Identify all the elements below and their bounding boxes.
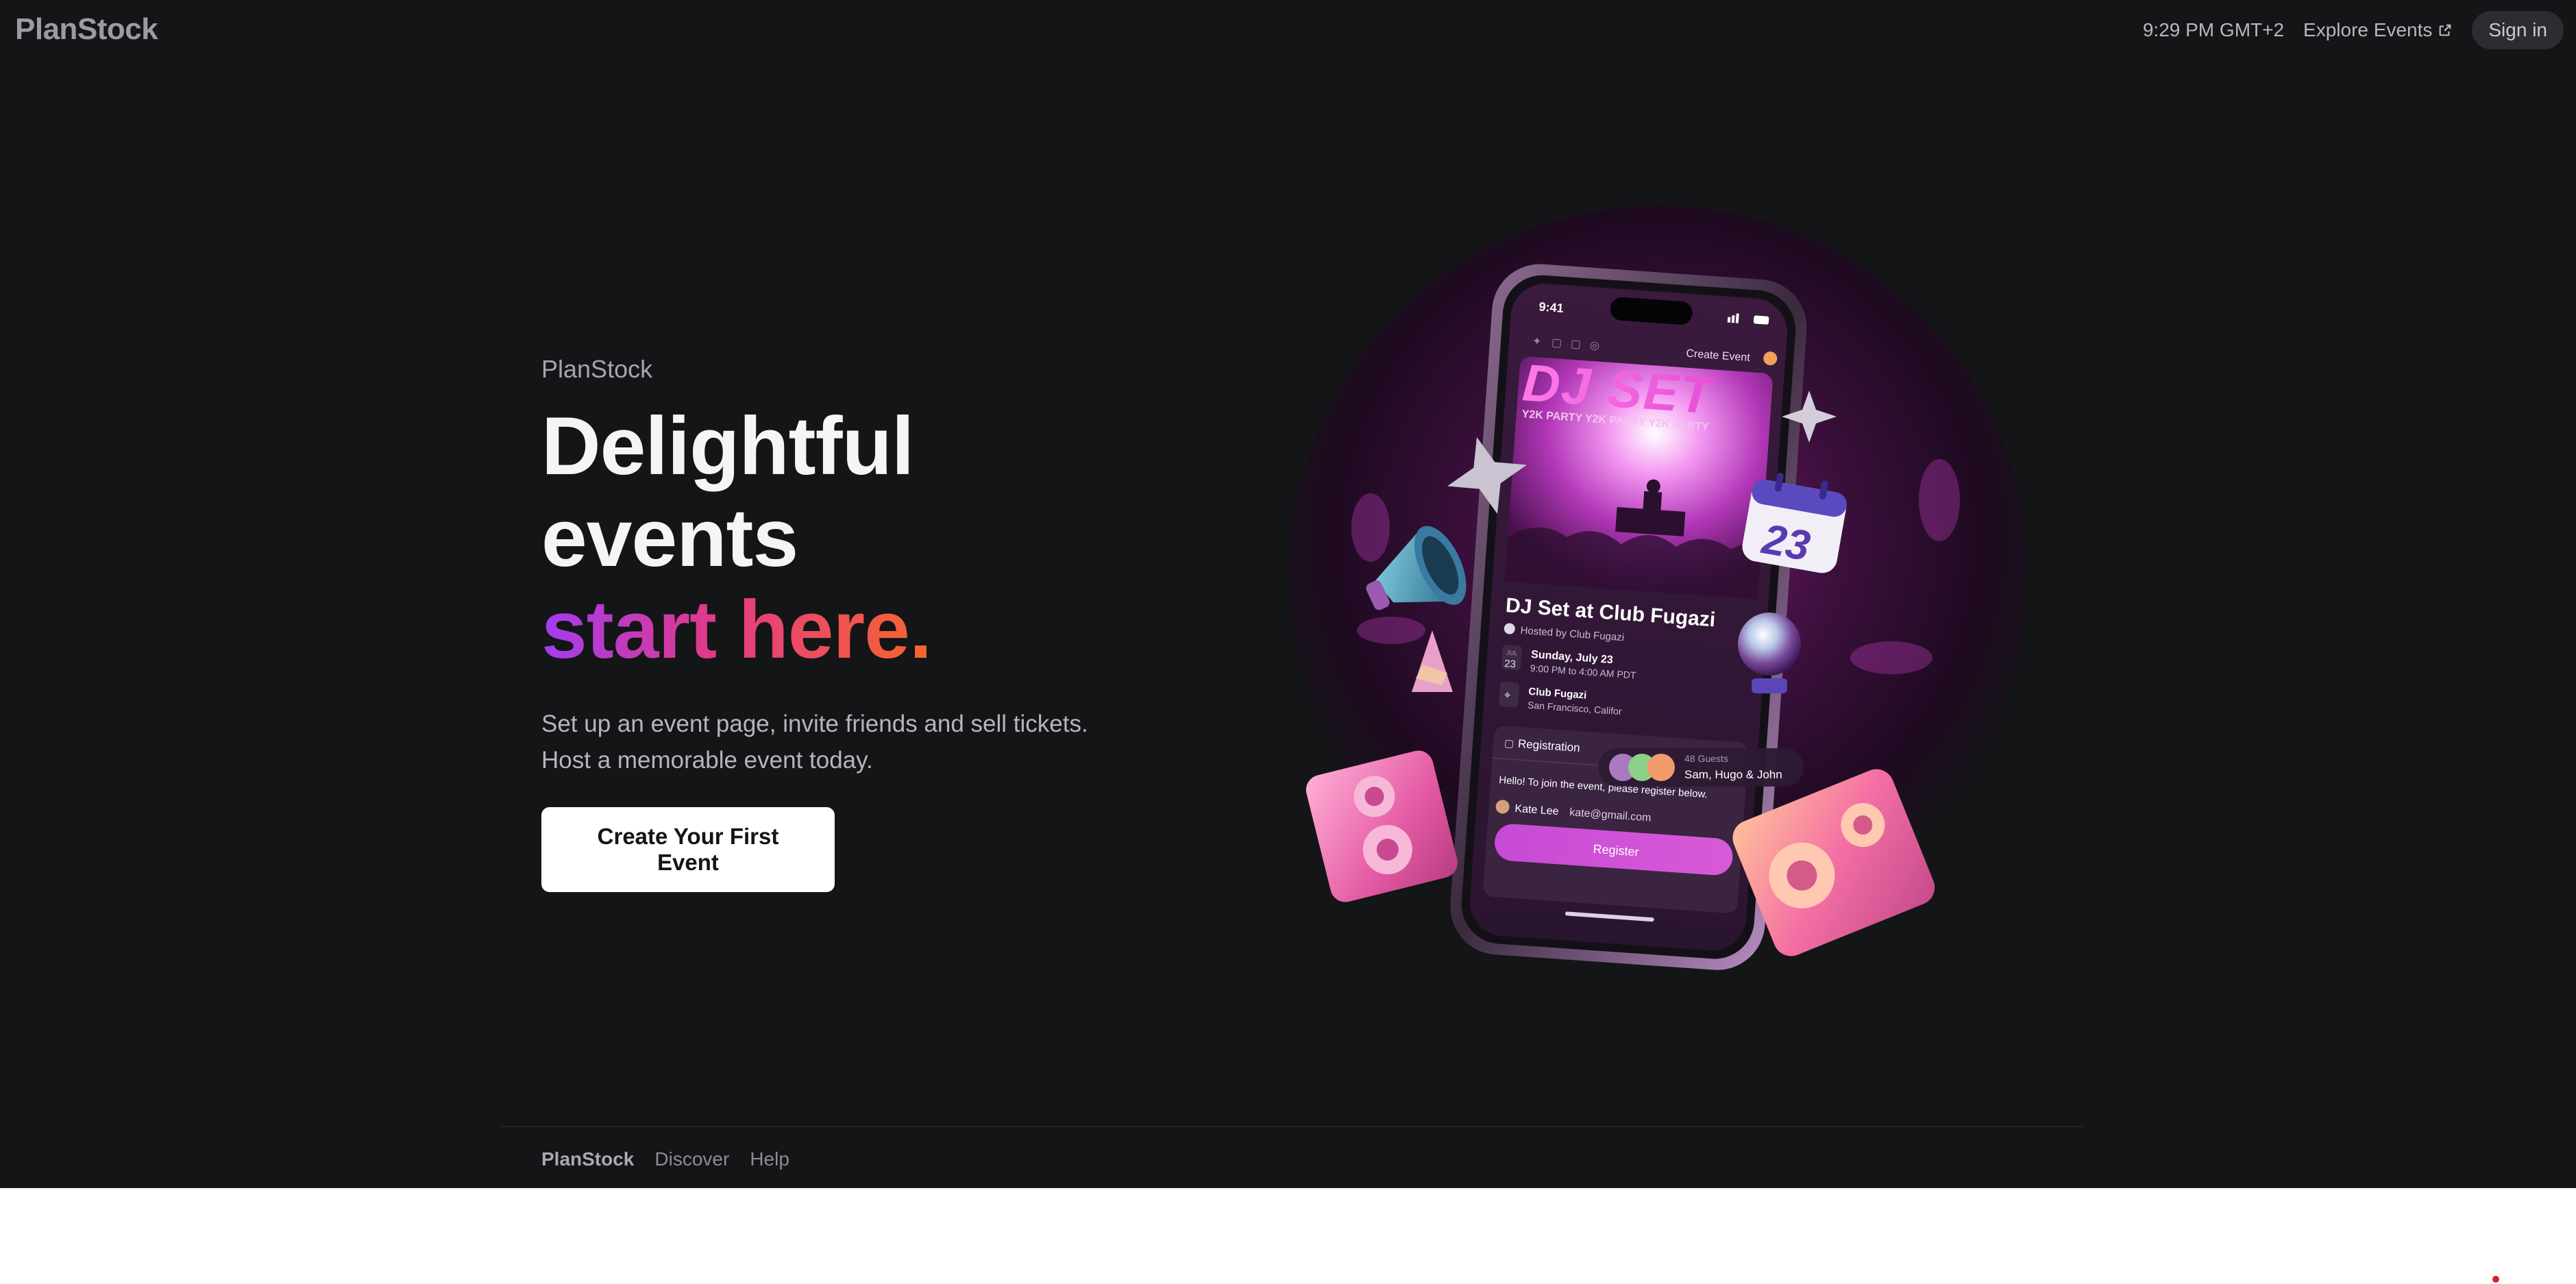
svg-text:⌖: ⌖: [1504, 689, 1510, 702]
subtext-line-2: Host a memorable event today.: [541, 747, 873, 774]
footer-divider: [500, 1126, 2083, 1127]
svg-text:◎: ◎: [1589, 340, 1599, 352]
headline-line-1: Delightful: [541, 400, 914, 492]
explore-events-link[interactable]: Explore Events: [2303, 19, 2453, 41]
phone-guests-count: 48 Guests: [1684, 753, 1728, 764]
footer-brand[interactable]: PlanStock: [541, 1148, 634, 1170]
phone-date-month: JUL: [1506, 649, 1518, 656]
svg-text:▢: ▢: [1570, 338, 1581, 351]
svg-text:✦: ✦: [1532, 336, 1543, 348]
hero-headline: Delightful events start here.: [541, 400, 1227, 676]
explore-events-label: Explore Events: [2303, 19, 2433, 40]
hero-kicker: PlanStock: [541, 355, 653, 383]
hero-illustration: 9:41 ✦ ▢ ▢ ◎ Create Event DJ SET Y2K PARTY …: [1288, 206, 2028, 970]
red-dot-indicator: [2492, 1276, 2499, 1283]
calendar-day: 23: [1758, 515, 1814, 570]
phone-guests-names: Sam, Hugo & John: [1684, 768, 1782, 781]
nav-right: 9:29 PM GMT+2 Explore Events Sign in: [2143, 10, 2564, 51]
page: PlanStock 9:29 PM GMT+2 Explore Events S…: [0, 0, 2576, 1188]
headline-line-2: events: [541, 492, 798, 584]
footer: PlanStock Discover Help: [541, 1148, 789, 1170]
hero-subtext: Set up an event page, invite friends and…: [541, 706, 1227, 778]
subtext-line-1: Set up an event page, invite friends and…: [541, 711, 1088, 737]
footer-help-link[interactable]: Help: [750, 1148, 789, 1170]
brand-logo[interactable]: PlanStock: [15, 12, 158, 47]
headline-line-3: start here.: [541, 584, 932, 676]
external-link-icon: [2439, 24, 2451, 36]
svg-text:▢: ▢: [1551, 337, 1562, 349]
hero-content: PlanStock Delightful events start here. …: [541, 355, 1227, 892]
phone-status-time: 9:41: [1538, 299, 1564, 314]
create-first-event-button[interactable]: Create Your First Event: [541, 807, 835, 892]
svg-text:▢: ▢: [1504, 737, 1514, 750]
current-time: 9:29 PM GMT+2: [2142, 19, 2285, 40]
sign-in-button[interactable]: Sign in: [2472, 11, 2564, 49]
footer-discover-link[interactable]: Discover: [654, 1148, 729, 1170]
top-nav: PlanStock 9:29 PM GMT+2 Explore Events S…: [0, 0, 2576, 60]
phone-date-day: 23: [1504, 658, 1517, 670]
